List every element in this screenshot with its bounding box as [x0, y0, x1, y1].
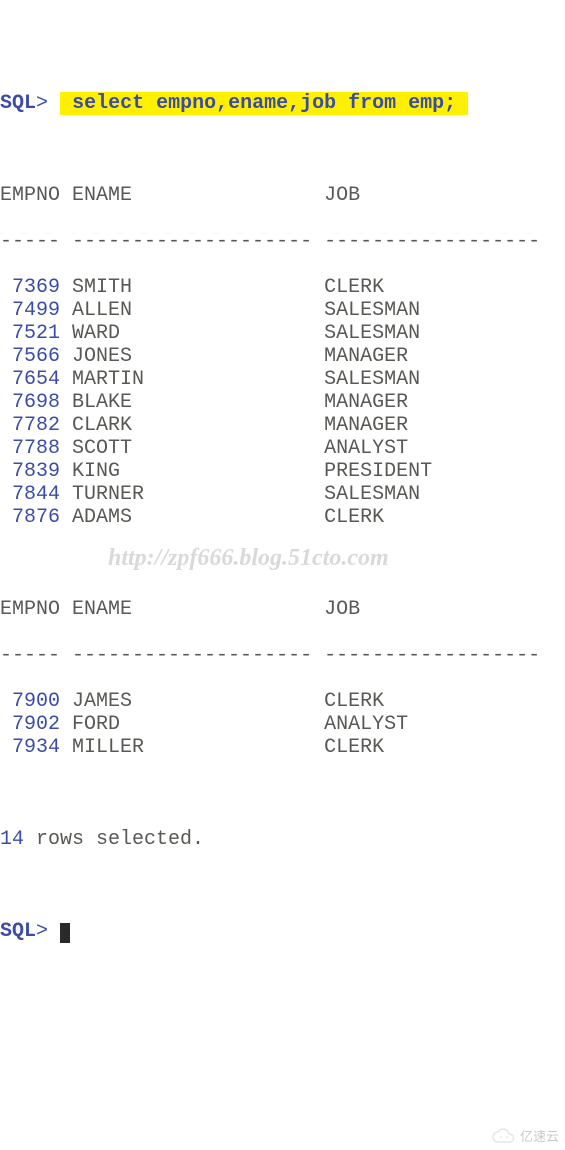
table-row: 7499 ALLEN SALESMAN — [0, 299, 565, 322]
sql-prompt-line: SQL> select empno,ename,job from emp; — [0, 92, 565, 115]
header-row: EMPNO ENAME JOB — [0, 184, 565, 207]
cell-job: CLERK — [324, 690, 384, 713]
table-row: 7900 JAMES CLERK — [0, 690, 565, 713]
blank-line — [0, 138, 565, 161]
cell-empno: 7876 — [0, 506, 60, 529]
cell-job: CLERK — [324, 736, 384, 759]
table-row: 7698 BLAKE MANAGER — [0, 391, 565, 414]
cell-ename: TURNER — [60, 483, 324, 506]
table-row: 7876 ADAMS CLERK — [0, 506, 565, 529]
table-row: 7902 FORD ANALYST — [0, 713, 565, 736]
table-row: 7788 SCOTT ANALYST — [0, 437, 565, 460]
col-ename: ENAME — [72, 184, 132, 207]
cell-ename: MILLER — [60, 736, 324, 759]
cell-ename: SMITH — [60, 276, 324, 299]
prompt-symbol: > — [36, 92, 48, 115]
cell-empno: 7902 — [0, 713, 60, 736]
cell-ename: SCOTT — [60, 437, 324, 460]
cell-empno: 7499 — [0, 299, 60, 322]
cell-empno: 7839 — [0, 460, 60, 483]
cell-job: ANALYST — [324, 713, 408, 736]
dash: ------------------ — [324, 230, 540, 253]
cloud-icon — [490, 1128, 518, 1146]
table-row: 7369 SMITH CLERK — [0, 276, 565, 299]
cell-ename: MARTIN — [60, 368, 324, 391]
dash: ------------------ — [324, 644, 540, 667]
dash: -------------------- — [72, 230, 312, 253]
cell-job: SALESMAN — [324, 483, 420, 506]
provider-logo: 亿速云 — [490, 1128, 559, 1146]
col-job: JOB — [324, 598, 360, 621]
cell-empno: 7654 — [0, 368, 60, 391]
table-row: 7654 MARTIN SALESMAN — [0, 368, 565, 391]
cell-job: ANALYST — [324, 437, 408, 460]
cell-job: CLERK — [324, 506, 384, 529]
cell-ename: BLAKE — [60, 391, 324, 414]
cell-empno: 7900 — [0, 690, 60, 713]
sql-label: SQL — [0, 92, 36, 115]
col-empno: EMPNO — [0, 598, 60, 621]
sql-label: SQL — [0, 920, 36, 943]
cursor-icon — [60, 923, 70, 943]
cell-empno: 7698 — [0, 391, 60, 414]
table-row: 7934 MILLER CLERK — [0, 736, 565, 759]
cell-job: SALESMAN — [324, 322, 420, 345]
cell-ename: WARD — [60, 322, 324, 345]
blank-line — [0, 782, 565, 805]
dash: ----- — [0, 230, 60, 253]
row-count: 14 — [0, 828, 24, 851]
table-row: 7521 WARD SALESMAN — [0, 322, 565, 345]
cell-ename: ADAMS — [60, 506, 324, 529]
cell-empno: 7566 — [0, 345, 60, 368]
cell-ename: FORD — [60, 713, 324, 736]
cell-empno: 7844 — [0, 483, 60, 506]
summary-text: rows selected. — [24, 828, 204, 851]
cell-ename: KING — [60, 460, 324, 483]
cell-empno: 7788 — [0, 437, 60, 460]
cell-ename: CLARK — [60, 414, 324, 437]
cell-job: CLERK — [324, 276, 384, 299]
table-row: 7566 JONES MANAGER — [0, 345, 565, 368]
cell-job: PRESIDENT — [324, 460, 432, 483]
cell-ename: ALLEN — [60, 299, 324, 322]
summary-line: 14 rows selected. — [0, 828, 565, 851]
cell-job: MANAGER — [324, 414, 408, 437]
col-ename: ENAME — [72, 598, 132, 621]
divider-row: ----- -------------------- -------------… — [0, 644, 565, 667]
cell-empno: 7782 — [0, 414, 60, 437]
table-row: 7839 KING PRESIDENT — [0, 460, 565, 483]
prompt-symbol: > — [36, 920, 48, 943]
cell-job: MANAGER — [324, 391, 408, 414]
cell-job: MANAGER — [324, 345, 408, 368]
table-row: 7844 TURNER SALESMAN — [0, 483, 565, 506]
divider-row: ----- -------------------- -------------… — [0, 230, 565, 253]
watermark-url: http://zpf666.blog.51cto.com — [108, 545, 389, 573]
table-row: 7782 CLARK MANAGER — [0, 414, 565, 437]
sql-query: select empno,ename,job from emp; — [60, 92, 468, 115]
cell-job: SALESMAN — [324, 368, 420, 391]
cell-empno: 7521 — [0, 322, 60, 345]
cell-job: SALESMAN — [324, 299, 420, 322]
cell-empno: 7934 — [0, 736, 60, 759]
logo-text: 亿速云 — [520, 1130, 559, 1145]
cell-ename: JONES — [60, 345, 324, 368]
dash: -------------------- — [72, 644, 312, 667]
col-empno: EMPNO — [0, 184, 60, 207]
col-job: JOB — [324, 184, 360, 207]
blank-line — [0, 874, 565, 897]
sql-prompt-line-2[interactable]: SQL> — [0, 920, 565, 943]
cell-empno: 7369 — [0, 276, 60, 299]
cell-ename: JAMES — [60, 690, 324, 713]
header-row: EMPNO ENAME JOB — [0, 598, 565, 621]
dash: ----- — [0, 644, 60, 667]
